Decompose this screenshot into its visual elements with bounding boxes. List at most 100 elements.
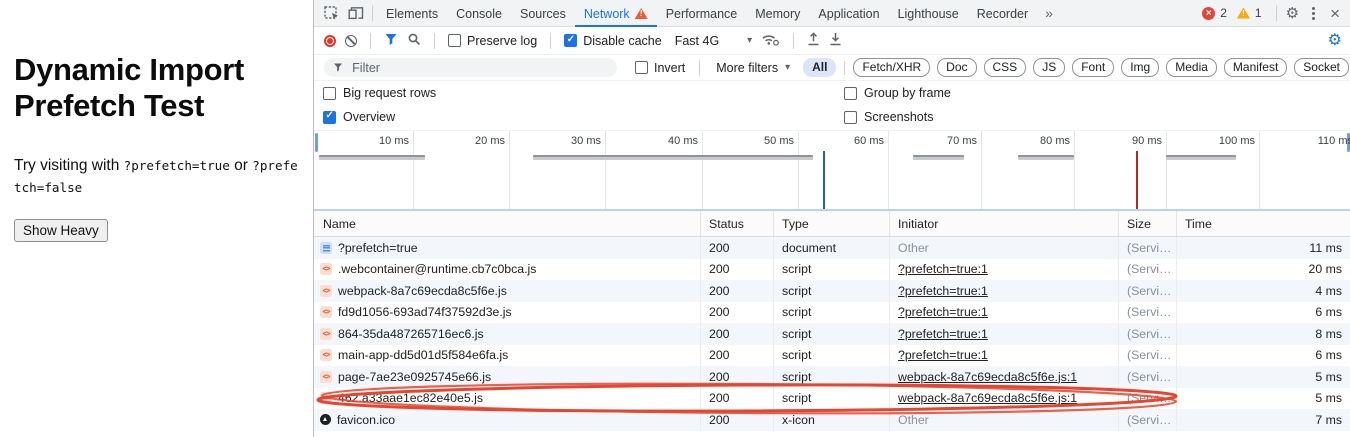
screenshots-label: Screenshots [864, 110, 933, 124]
column-header-size[interactable]: Size [1119, 211, 1177, 236]
initiator-link[interactable]: ?prefetch=true:1 [898, 348, 988, 362]
initiator-link[interactable]: ?prefetch=true:1 [898, 305, 988, 319]
warning-badge-icon[interactable]: ! [1237, 8, 1250, 19]
network-overview-timeline[interactable]: 10 ms20 ms30 ms40 ms50 ms60 ms70 ms80 ms… [314, 130, 1350, 211]
table-row[interactable]: <>462.a33aae1ec82e40e5.js200scriptwebpac… [314, 388, 1350, 410]
record-button[interactable] [324, 35, 336, 47]
tab-application[interactable]: Application [809, 0, 888, 27]
preserve-log-checkbox[interactable]: Preserve log [448, 34, 537, 48]
clear-button[interactable] [345, 35, 357, 47]
network-warning-icon: ! [635, 8, 648, 19]
overview-checkbox[interactable]: Overview [323, 110, 844, 124]
throttling-dropdown[interactable]: Fast 4G ▾ [675, 34, 753, 48]
overview-request-bar [533, 155, 813, 160]
table-row[interactable]: <>.webcontainer@runtime.cb7c0bca.js200sc… [314, 259, 1350, 281]
checkbox[interactable] [844, 111, 857, 124]
column-header-time[interactable]: Time [1177, 211, 1350, 236]
settings-gear-icon[interactable]: ⚙ [1286, 6, 1299, 21]
network-conditions-icon[interactable] [761, 33, 780, 49]
table-row[interactable]: favicon.ico200x-iconOther(Servi…7 ms [314, 409, 1350, 431]
column-header-name[interactable]: Name [314, 211, 701, 236]
checkbox[interactable] [564, 34, 577, 47]
inspect-element-icon[interactable] [320, 1, 344, 25]
chevron-down-icon: ▾ [785, 62, 790, 73]
size-cell: (Servi… [1119, 323, 1177, 345]
request-name: page-7ae23e0925745e66.js [338, 370, 491, 384]
request-name: favicon.ico [337, 413, 395, 427]
checkbox[interactable] [448, 34, 461, 47]
tab-elements[interactable]: Elements [377, 0, 447, 27]
column-header-initiator[interactable]: Initiator [890, 211, 1119, 236]
status-cell: 200 [701, 280, 774, 302]
table-row[interactable]: <>864-35da487265716ec6.js200script?prefe… [314, 323, 1350, 345]
warning-count[interactable]: 1 [1255, 6, 1262, 20]
screenshots-checkbox[interactable]: Screenshots [844, 110, 933, 124]
group-by-frame-checkbox[interactable]: Group by frame [844, 86, 951, 100]
table-row[interactable]: <>main-app-dd5d01d5f584e6fa.js200script?… [314, 345, 1350, 367]
chip-doc[interactable]: Doc [937, 58, 976, 77]
chip-manifest[interactable]: Manifest [1224, 58, 1287, 77]
favicon-icon [320, 414, 331, 425]
chip-media[interactable]: Media [1166, 58, 1217, 77]
time-cell: 20 ms [1177, 259, 1350, 281]
checkbox[interactable] [635, 61, 648, 74]
more-filters-dropdown[interactable]: More filters ▾ [716, 61, 790, 75]
disable-cache-checkbox[interactable]: Disable cache [564, 34, 662, 48]
filter-toggle-icon[interactable] [384, 33, 398, 49]
network-settings-gear-icon[interactable]: ⚙ [1328, 33, 1342, 49]
table-row[interactable]: <>page-7ae23e0925745e66.js200scriptwebpa… [314, 366, 1350, 388]
error-badge-icon[interactable]: × [1202, 7, 1215, 20]
invert-checkbox[interactable]: Invert [635, 61, 685, 75]
tab-label: Sources [520, 7, 566, 21]
table-row[interactable]: <>fd9d1056-693ad74f37592d3e.js200script?… [314, 302, 1350, 324]
tab-sources[interactable]: Sources [511, 0, 575, 27]
export-har-icon[interactable] [829, 32, 842, 49]
device-toolbar-icon[interactable] [344, 1, 368, 25]
initiator-link[interactable]: ?prefetch=true:1 [898, 262, 988, 276]
table-row[interactable]: <>webpack-8a7c69ecda8c5f6e.js200script?p… [314, 280, 1350, 302]
big-request-rows-checkbox[interactable]: Big request rows [323, 86, 844, 100]
type-cell: script [774, 280, 890, 302]
size-cell: (Servi… [1119, 259, 1177, 281]
chip-img[interactable]: Img [1121, 58, 1159, 77]
name-cell: ?prefetch=true [314, 237, 701, 259]
import-har-icon[interactable] [807, 32, 820, 49]
request-name: webpack-8a7c69ecda8c5f6e.js [338, 284, 507, 298]
chip-css[interactable]: CSS [984, 58, 1027, 77]
tab-console[interactable]: Console [447, 0, 511, 27]
close-icon[interactable]: × [1330, 5, 1340, 22]
kebab-menu-icon[interactable] [1312, 12, 1315, 15]
size-cell: (Servi… [1119, 302, 1177, 324]
tab-memory[interactable]: Memory [746, 0, 809, 27]
chip-font[interactable]: Font [1072, 58, 1114, 77]
chip-all[interactable]: All [803, 58, 836, 77]
error-count[interactable]: 2 [1220, 6, 1227, 20]
initiator-link[interactable]: ?prefetch=true:1 [898, 284, 988, 298]
checkbox[interactable] [323, 111, 336, 124]
overview-left-handle[interactable] [315, 133, 318, 152]
checkbox[interactable] [323, 87, 336, 100]
more-filters-label: More filters [716, 61, 778, 75]
tab-performance[interactable]: Performance [657, 0, 747, 27]
initiator-link[interactable]: ?prefetch=true:1 [898, 327, 988, 341]
column-header-status[interactable]: Status [701, 211, 774, 236]
chip-fetchxhr[interactable]: Fetch/XHR [853, 58, 930, 77]
table-row[interactable]: ?prefetch=true200documentOther(Servi…11 … [314, 237, 1350, 259]
more-tabs-button[interactable]: » [1037, 5, 1061, 21]
overview-request-bar [1018, 155, 1074, 160]
divider [372, 5, 373, 21]
tabbar-right: × 2 ! 1 ⚙ × [1202, 5, 1350, 22]
show-heavy-button[interactable]: Show Heavy [14, 219, 108, 242]
initiator-link[interactable]: webpack-8a7c69ecda8c5f6e.js:1 [898, 391, 1077, 405]
search-icon[interactable] [407, 32, 421, 49]
intro-text: Try visiting with ?prefetch=true or ?pre… [14, 155, 298, 200]
filter-input[interactable] [350, 60, 608, 76]
column-header-type[interactable]: Type [774, 211, 890, 236]
chip-socket[interactable]: Socket [1294, 58, 1349, 77]
initiator-link[interactable]: webpack-8a7c69ecda8c5f6e.js:1 [898, 370, 1077, 384]
tab-lighthouse[interactable]: Lighthouse [889, 0, 968, 27]
chip-js[interactable]: JS [1033, 58, 1065, 77]
checkbox[interactable] [844, 87, 857, 100]
tab-network[interactable]: Network! [575, 0, 657, 27]
tab-recorder[interactable]: Recorder [968, 0, 1037, 27]
